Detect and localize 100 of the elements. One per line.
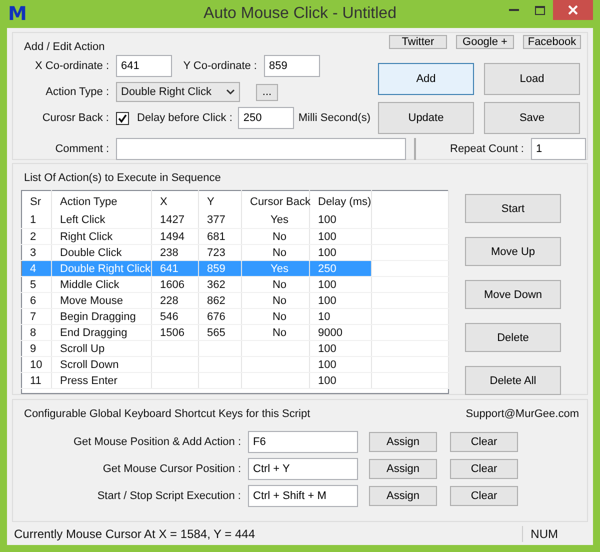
table-cell: 1494 <box>152 228 198 244</box>
group-title: List Of Action(s) to Execute in Sequence <box>24 172 222 184</box>
field-label: X Co-ordinate : <box>34 60 109 72</box>
close-icon <box>568 5 578 15</box>
table-cell: Yes <box>242 260 310 276</box>
table-row[interactable]: 1 Left Click 1427 377 Yes 100 <box>22 212 448 228</box>
action-button[interactable]: Update <box>378 102 474 134</box>
table-row[interactable]: 6 Move Mouse 228 862 No 100 <box>22 292 448 308</box>
group-title: Configurable Global Keyboard Shortcut Keys for this Script <box>24 408 310 420</box>
table-cell: 1506 <box>152 324 198 340</box>
table-cell: 2 <box>22 228 52 244</box>
status-text: Currently Mouse Cursor At X = 1584, Y = 444 <box>14 526 256 540</box>
table-cell: 377 <box>198 212 242 228</box>
shortcut-label: Get Mouse Position & Add Action : <box>72 436 241 448</box>
table-cell: No <box>242 276 310 292</box>
social-button[interactable]: Facebook <box>523 35 581 49</box>
unit-label: Milli Second(s) <box>298 112 371 124</box>
table-cell: 11 <box>22 372 52 388</box>
field-label: Y Co-ordinate : <box>182 60 257 72</box>
column-header[interactable]: Delay (ms) <box>310 190 372 212</box>
shortcut-label: Start / Stop Script Execution : <box>96 490 241 502</box>
table-cell: 9 <box>22 340 52 356</box>
table-cell: Move Mouse <box>52 292 152 308</box>
column-header[interactable]: Cursor Back <box>242 190 310 212</box>
support-email: Support@MurGee.com <box>466 408 579 420</box>
app-logo: M <box>8 3 27 25</box>
table-cell: 100 <box>310 356 372 372</box>
list-button[interactable]: Start <box>465 194 561 223</box>
assign-button[interactable]: Assign <box>369 459 437 479</box>
table-row[interactable]: 2 Right Click 1494 681 No 100 <box>22 228 448 244</box>
clear-button[interactable]: Clear <box>450 432 518 452</box>
table-cell: 1606 <box>152 276 198 292</box>
table-cell: 228 <box>152 292 198 308</box>
clear-button[interactable]: Clear <box>450 459 518 479</box>
table-row[interactable]: 8 End Dragging 1506 565 No 9000 <box>22 324 448 340</box>
action-button[interactable]: Load <box>484 63 580 95</box>
maximize-icon <box>535 6 545 14</box>
list-button[interactable]: Delete All <box>465 366 561 395</box>
y-coordinate-input[interactable]: 859 <box>264 55 320 77</box>
x-coordinate-input[interactable]: 641 <box>116 55 172 77</box>
table-cell: 859 <box>198 260 242 276</box>
group-title: Add / Edit Action <box>24 41 105 53</box>
table-cell: 4 <box>22 260 52 276</box>
table-cell: 10 <box>22 356 52 372</box>
social-button[interactable]: Google + <box>456 35 514 49</box>
table-cell: Begin Dragging <box>52 308 152 324</box>
table-cell: Scroll Down <box>52 356 152 372</box>
column-header[interactable]: Y <box>198 190 242 212</box>
table-cell: Right Click <box>52 228 152 244</box>
assign-button[interactable]: Assign <box>369 486 437 506</box>
window-title: Auto Mouse Click - Untitled <box>204 5 396 23</box>
delay-input[interactable]: 250 <box>238 107 294 129</box>
table-cell: 100 <box>310 340 372 356</box>
field-label: Action Type : <box>44 86 109 98</box>
comment-input[interactable] <box>116 138 406 160</box>
shortcut-input[interactable]: Ctrl + Shift + M <box>248 485 358 507</box>
clear-button[interactable]: Clear <box>450 486 518 506</box>
field-label: Delay before Click : <box>137 112 232 124</box>
list-button[interactable]: Move Up <box>465 237 561 266</box>
table-cell: No <box>242 324 310 340</box>
repeat-count-input[interactable]: 1 <box>531 138 586 160</box>
browse-button[interactable]: ... <box>256 84 278 100</box>
shortcut-input[interactable]: F6 <box>248 431 358 453</box>
shortcut-input[interactable]: Ctrl + Y <box>248 458 358 480</box>
table-row[interactable]: 5 Middle Click 1606 362 No 100 <box>22 276 448 292</box>
table-cell: Middle Click <box>52 276 152 292</box>
table-row[interactable]: 10 Scroll Down 100 <box>22 356 448 372</box>
table-cell: 100 <box>310 212 372 228</box>
table-cell: 100 <box>310 228 372 244</box>
column-header[interactable]: Sr <box>22 190 52 212</box>
table-cell: 250 <box>310 260 372 276</box>
minimize-icon <box>509 9 519 11</box>
list-button[interactable]: Move Down <box>465 280 561 309</box>
action-button[interactable]: Add <box>378 63 474 95</box>
action-button[interactable]: Save <box>484 102 580 134</box>
table-cell: 6 <box>22 292 52 308</box>
close-button[interactable] <box>553 0 593 20</box>
table-cell: 10 <box>310 308 372 324</box>
list-button[interactable]: Delete <box>465 323 561 352</box>
column-header[interactable]: Action Type <box>52 190 152 212</box>
table-row[interactable]: 7 Begin Dragging 546 676 No 10 <box>22 308 448 324</box>
action-type-dropdown[interactable]: Double Right Click <box>116 82 240 102</box>
social-button[interactable]: Twitter <box>389 35 447 49</box>
table-cell: 862 <box>198 292 242 308</box>
cursor-back-checkbox[interactable] <box>116 112 129 124</box>
table-cell: 681 <box>198 228 242 244</box>
table-cell: End Dragging <box>52 324 152 340</box>
table-row[interactable]: 11 Press Enter 100 <box>22 372 448 388</box>
chevron-down-icon <box>226 89 235 95</box>
field-label: Curosr Back : <box>41 112 109 124</box>
column-header[interactable]: X <box>152 190 198 212</box>
assign-button[interactable]: Assign <box>369 432 437 452</box>
table-cell: No <box>242 292 310 308</box>
table-cell: No <box>242 228 310 244</box>
table-cell: 7 <box>22 308 52 324</box>
table-cell: 362 <box>198 276 242 292</box>
table-row[interactable]: 9 Scroll Up 100 <box>22 340 448 356</box>
table-cell: 5 <box>22 276 52 292</box>
table-cell: 1427 <box>152 212 198 228</box>
table-cell: 100 <box>310 292 372 308</box>
